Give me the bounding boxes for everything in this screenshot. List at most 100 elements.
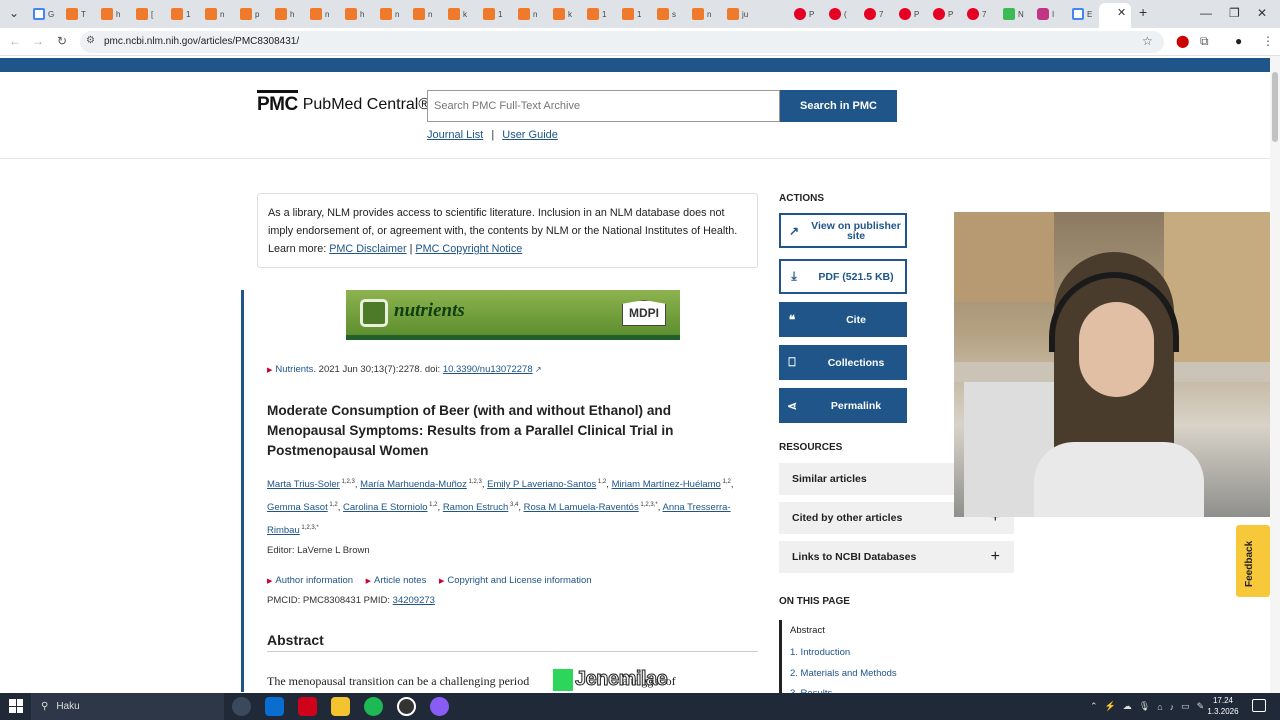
browser-tab[interactable]: ju — [727, 3, 748, 25]
browser-tab[interactable]: n — [310, 3, 329, 25]
permalink-button[interactable]: ⋖ Permalink — [779, 388, 907, 423]
toc-item-methods[interactable]: 2. Materials and Methods — [790, 668, 897, 679]
author-link[interactable]: Carolina E Storniolo — [343, 502, 428, 513]
chrome-profile-icon[interactable] — [430, 697, 449, 716]
file-explorer-icon[interactable] — [331, 697, 350, 716]
browser-tab[interactable]: n — [692, 3, 711, 25]
toc-item-abstract[interactable]: Abstract — [790, 625, 825, 636]
minimize-icon[interactable]: — — [1200, 6, 1212, 20]
browser-tab[interactable]: 1 — [622, 3, 641, 25]
author-link[interactable]: Rosa M Lamuela-Raventós — [524, 502, 639, 513]
feedback-tab[interactable]: Feedback — [1236, 525, 1270, 597]
window-close-icon[interactable]: ✕ — [1257, 6, 1267, 20]
browser-tab[interactable]: [ — [136, 3, 153, 25]
browser-tab[interactable]: n — [205, 3, 224, 25]
search-button[interactable]: Search in PMC — [780, 90, 897, 122]
author-affiliation[interactable]: 1,2,3,* — [639, 502, 657, 508]
collections-button[interactable]: ⎕ Collections — [779, 345, 907, 380]
journal-banner[interactable]: nutrients MDPI — [346, 290, 680, 340]
spotify-icon[interactable] — [364, 697, 383, 716]
page-scrollbar[interactable] — [1270, 56, 1280, 693]
browser-tab[interactable]: p — [240, 3, 259, 25]
tray-chevron-icon[interactable]: ⌃ — [1090, 701, 1098, 712]
browser-tab[interactable]: G — [33, 3, 54, 25]
journal-link[interactable]: Nutrients — [275, 364, 313, 375]
browser-tab[interactable]: I — [1037, 3, 1054, 25]
author-link[interactable]: María Marhuenda-Muñoz — [360, 479, 467, 490]
author-affiliation[interactable]: 1,2,3 — [467, 479, 481, 485]
pmc-copyright-link[interactable]: PMC Copyright Notice — [415, 243, 522, 255]
scrollbar-thumb[interactable] — [1272, 72, 1278, 142]
address-bar[interactable]: ⚙ pmc.ncbi.nlm.nih.gov/articles/PMC83084… — [80, 31, 1164, 53]
chrome-icon[interactable] — [232, 697, 251, 716]
taskbar-search[interactable]: ⚲ Haku — [31, 693, 224, 720]
browser-tab[interactable]: s — [657, 3, 676, 25]
volume-icon[interactable]: ♪ — [1170, 702, 1175, 712]
pmc-disclaimer-link[interactable]: PMC Disclaimer — [329, 243, 406, 255]
browser-tab[interactable]: P — [899, 3, 919, 25]
battery-icon[interactable]: ▭ — [1181, 701, 1190, 712]
author-affiliation[interactable]: 1,2 — [596, 479, 606, 485]
windows-start-icon[interactable] — [9, 699, 23, 713]
microphone-icon[interactable]: 🎙 — [1139, 701, 1150, 712]
forward-icon[interactable]: → — [32, 34, 44, 48]
browser-tab[interactable]: 1 — [587, 3, 606, 25]
extensions-puzzle-icon[interactable]: ⧉ — [1200, 34, 1209, 49]
doi-link[interactable]: 10.3390/nu13072278 — [443, 364, 533, 375]
browser-tab[interactable]: n — [380, 3, 399, 25]
author-link[interactable]: Emily P Laveriano-Santos — [487, 479, 596, 490]
author-link[interactable]: Marta Trius-Soler — [267, 479, 340, 490]
toc-item-introduction[interactable]: 1. Introduction — [790, 647, 850, 658]
browser-tab[interactable]: 1 — [171, 3, 190, 25]
browser-tab[interactable]: h — [345, 3, 364, 25]
author-affiliation[interactable]: 1,2 — [328, 502, 337, 508]
tray-icon[interactable]: ⚡ — [1105, 701, 1116, 712]
author-link[interactable]: Ramon Estruch — [443, 502, 508, 513]
author-affiliation[interactable]: 1,2 — [428, 502, 437, 508]
profile-avatar[interactable]: ● — [1235, 34, 1242, 48]
article-notes-link[interactable]: Article notes — [374, 575, 426, 586]
browser-tab[interactable]: E — [1072, 3, 1092, 25]
browser-menu-icon[interactable]: ⋮ — [1262, 34, 1274, 48]
back-icon[interactable]: ← — [9, 34, 21, 48]
pdf-button[interactable]: ⤓ PDF (521.5 KB) — [779, 259, 907, 294]
browser-tab[interactable]: ( — [829, 3, 847, 25]
browser-tab[interactable]: 7 — [967, 3, 986, 25]
journal-list-link[interactable]: Journal List — [427, 129, 483, 141]
cite-button[interactable]: ❝ Cite — [779, 302, 907, 337]
author-link[interactable]: Gemma Sasot — [267, 502, 328, 513]
browser-tab[interactable]: h — [101, 3, 120, 25]
author-affiliation[interactable]: 1,2,3 — [340, 479, 355, 485]
author-affiliation[interactable]: 1,2 — [721, 479, 731, 485]
browser-tab[interactable]: n — [518, 3, 537, 25]
obs-icon[interactable] — [397, 697, 416, 716]
browser-tab[interactable]: T — [66, 3, 86, 25]
view-publisher-button[interactable]: ↗ View on publisher site — [779, 213, 907, 248]
copyright-license-link[interactable]: Copyright and License information — [447, 575, 591, 586]
new-tab-icon[interactable]: + — [1139, 4, 1147, 20]
browser-tab[interactable]: 1 — [483, 3, 502, 25]
close-tab-icon[interactable]: ✕ — [1117, 6, 1126, 19]
browser-tab[interactable]: k — [448, 3, 467, 25]
reload-icon[interactable]: ↻ — [57, 34, 67, 48]
browser-tab[interactable]: k — [553, 3, 572, 25]
author-affiliation[interactable]: 1,2,3,* — [300, 525, 318, 531]
app-l-icon[interactable] — [298, 697, 317, 716]
notifications-icon[interactable] — [1252, 699, 1266, 712]
pmc-logo[interactable]: PMC PubMed Central® — [257, 90, 430, 116]
browser-tab[interactable]: P — [794, 3, 814, 25]
outlook-icon[interactable] — [265, 697, 284, 716]
user-guide-link[interactable]: User Guide — [502, 129, 558, 141]
author-link[interactable]: Miriam Martínez-Huélamo — [612, 479, 721, 490]
browser-tab[interactable]: P — [933, 3, 953, 25]
extension-icon[interactable]: ⬤ — [1176, 34, 1189, 48]
taskbar-clock[interactable]: 17.24 1.3.2026 — [1203, 695, 1243, 717]
site-info-icon[interactable]: ⚙ — [86, 35, 95, 46]
author-affiliation[interactable]: 3,4 — [508, 502, 518, 508]
browser-tab[interactable]: 7 — [864, 3, 883, 25]
browser-tab[interactable]: N — [1003, 3, 1024, 25]
author-information-link[interactable]: Author information — [275, 575, 353, 586]
tray-icon[interactable]: ☁ — [1123, 701, 1132, 712]
browser-tab[interactable]: h — [275, 3, 294, 25]
ncbi-links-toggle[interactable]: Links to NCBI Databases + — [779, 541, 1014, 573]
